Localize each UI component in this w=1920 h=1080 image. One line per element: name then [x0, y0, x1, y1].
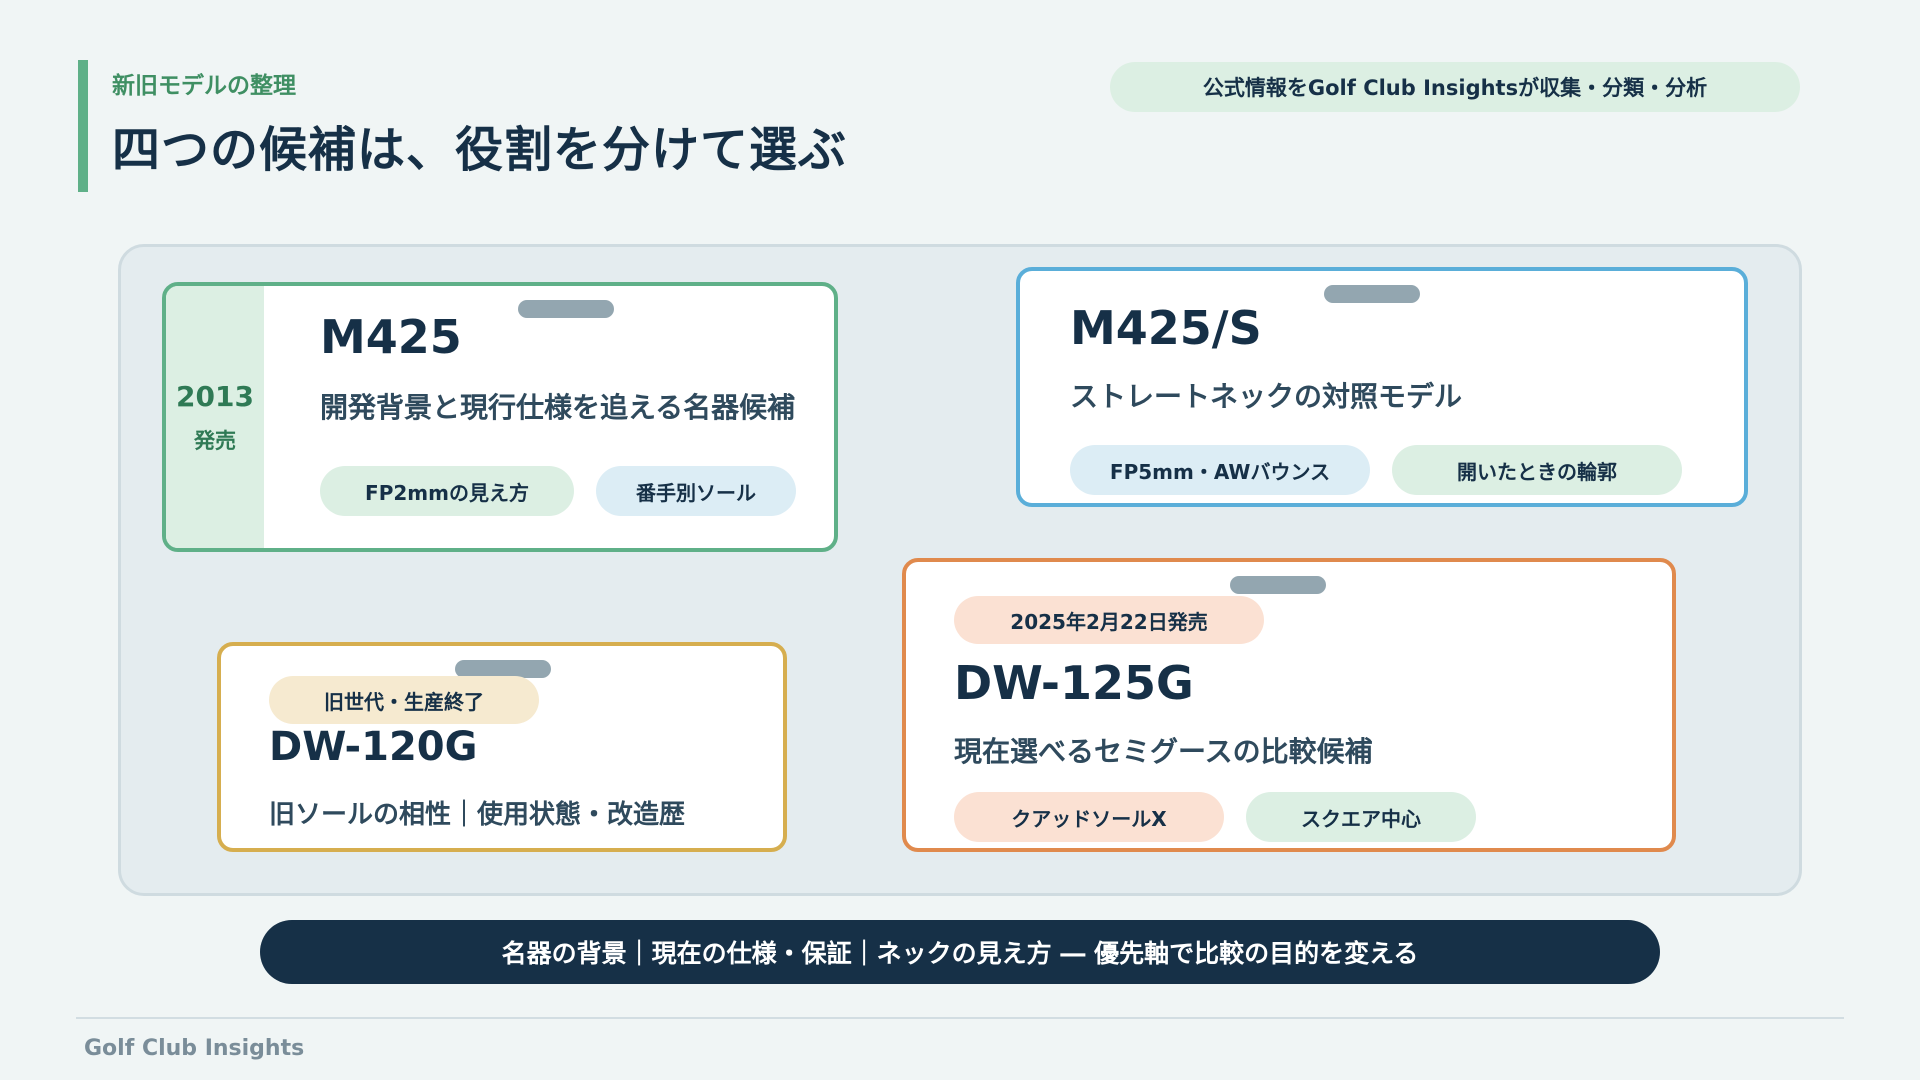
- tag-pill: 番手別ソール: [596, 466, 796, 516]
- tag-pill: FP5mm・AWバウンス: [1070, 445, 1370, 495]
- eyebrow-label: 新旧モデルの整理: [112, 73, 296, 99]
- card-clip: [518, 300, 614, 318]
- status-badge: 旧世代・生産終了: [269, 676, 539, 724]
- card-m425[interactable]: 2013 発売 M425 開発背景と現行仕様を追える名器候補 FP2mmの見え方…: [162, 282, 838, 552]
- card-clip: [1324, 285, 1420, 303]
- release-date-badge: 2025年2月22日発売: [954, 596, 1264, 644]
- card-dw120g[interactable]: 旧世代・生産終了 DW-120G 旧ソールの相性｜使用状態・改造歴: [217, 642, 787, 852]
- tag-pill: クアッドソールX: [954, 792, 1224, 842]
- model-name: DW-125G: [954, 656, 1194, 710]
- release-year-tab: 2013 発売: [166, 286, 264, 548]
- model-description: 旧ソールの相性｜使用状態・改造歴: [269, 800, 686, 830]
- title-accent-bar: [78, 60, 88, 192]
- model-name: M425: [320, 310, 462, 364]
- source-badge: 公式情報をGolf Club Insightsが収集・分類・分析: [1110, 62, 1800, 112]
- page-title: 四つの候補は、役割を分けて選ぶ: [112, 122, 848, 178]
- release-year: 2013: [176, 379, 254, 413]
- card-dw125g[interactable]: 2025年2月22日発売 DW-125G 現在選べるセミグースの比較候補 クアッ…: [902, 558, 1676, 852]
- summary-banner: 名器の背景｜現在の仕様・保証｜ネックの見え方 ― 優先軸で比較の目的を変える: [260, 920, 1660, 984]
- footer-divider: [76, 1017, 1844, 1019]
- release-label: 発売: [194, 428, 236, 453]
- model-description: ストレートネックの対照モデル: [1070, 380, 1463, 413]
- model-name: DW-120G: [269, 724, 478, 770]
- model-description: 開発背景と現行仕様を追える名器候補: [320, 391, 796, 424]
- model-description: 現在選べるセミグースの比較候補: [954, 735, 1373, 768]
- footer-brand: Golf Club Insights: [84, 1036, 305, 1061]
- card-clip: [1230, 576, 1326, 594]
- tag-pill: 開いたときの輪郭: [1392, 445, 1682, 495]
- card-m425s[interactable]: M425/S ストレートネックの対照モデル FP5mm・AWバウンス 開いたとき…: [1016, 267, 1748, 507]
- tag-pill: FP2mmの見え方: [320, 466, 574, 516]
- tag-pill: スクエア中心: [1246, 792, 1476, 842]
- model-name: M425/S: [1070, 301, 1262, 355]
